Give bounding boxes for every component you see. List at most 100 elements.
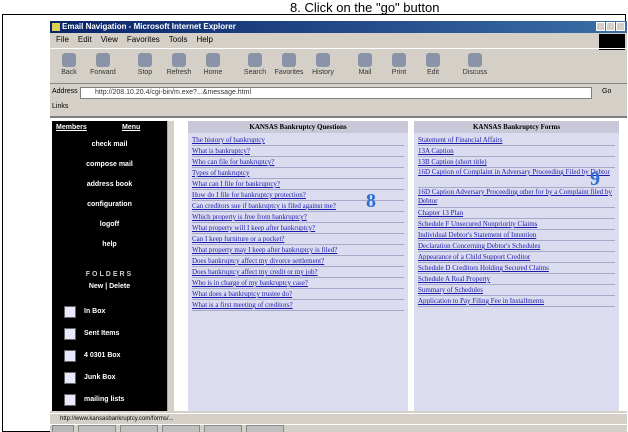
folders-new-delete[interactable]: New | Delete <box>52 283 167 290</box>
folder-label: 4 0301 Box <box>84 352 121 359</box>
list-item-link[interactable]: 16D Caption of Complaint in Adversary Pr… <box>418 168 615 188</box>
browser-window: Email Navigation - Microsoft Internet Ex… <box>50 21 627 432</box>
list-item-link[interactable]: 16D Caption Adversary Proceeding other f… <box>418 188 615 208</box>
list-item-link[interactable]: What can I file for bankruptcy? <box>192 179 404 190</box>
instruction-caption: 8. Click on the "go" button <box>290 0 440 15</box>
sidebar-header-menu: Menu <box>122 124 141 131</box>
folder-sent-items[interactable]: Sent Items <box>64 328 164 342</box>
menu-tools[interactable]: Tools <box>169 34 188 46</box>
mail-icon <box>358 53 372 67</box>
discuss-button[interactable]: Discuss <box>460 53 490 76</box>
mail-label: Mail <box>358 69 372 76</box>
list-item-link[interactable]: What property will I keep after bankrupt… <box>192 223 404 234</box>
list-item-link[interactable]: Summary of Schedules <box>418 285 615 296</box>
folder-junk-box[interactable]: Junk Box <box>64 372 164 386</box>
list-item-link[interactable]: Which property is free from bankruptcy? <box>192 212 404 223</box>
list-item-link[interactable]: What is a first meeting of creditors? <box>192 300 404 311</box>
forward-button[interactable]: Forward <box>88 53 118 76</box>
list-item-link[interactable]: Application to Pay Filing Fee in Install… <box>418 296 615 307</box>
list-item-link[interactable]: Schedule A Real Property <box>418 274 615 285</box>
list-item-link[interactable]: What property may I keep after bankruptc… <box>192 245 404 256</box>
list-item-link[interactable]: Does bankruptcy affect my credit or my j… <box>192 267 404 278</box>
taskbar-item[interactable] <box>162 425 200 432</box>
back-label: Back <box>61 69 77 76</box>
sidebar: Members Menu check mail compose mail add… <box>52 121 167 411</box>
list-item-link[interactable]: 13A Caption <box>418 146 615 157</box>
taskbar-item[interactable] <box>246 425 284 432</box>
folder-in-box[interactable]: In Box <box>64 306 164 320</box>
list-item-link[interactable]: Declaration Concerning Debtor's Schedule… <box>418 241 615 252</box>
list-item-link[interactable]: Can I keep furniture or a pocket? <box>192 234 404 245</box>
menu-view[interactable]: View <box>101 34 118 46</box>
folder-label: mailing lists <box>84 396 125 403</box>
favorites-button[interactable]: Favorites <box>274 53 304 76</box>
taskbar <box>50 424 627 432</box>
sidebar-item-help[interactable]: help <box>52 241 167 248</box>
edit-label: Edit <box>426 69 440 76</box>
sidebar-item-compose-mail[interactable]: compose mail <box>52 161 167 168</box>
print-button[interactable]: Print <box>384 53 414 76</box>
mail-button[interactable]: Mail <box>350 53 380 76</box>
back-icon <box>62 53 76 67</box>
history-button[interactable]: History <box>308 53 338 76</box>
sidebar-item-check-mail[interactable]: check mail <box>52 141 167 148</box>
stop-button[interactable]: Stop <box>130 53 160 76</box>
forms-header: KANSAS Bankruptcy Forms <box>414 121 619 133</box>
menu-bar: File Edit View Favorites Tools Help <box>50 34 627 46</box>
edit-button[interactable]: Edit <box>418 53 448 76</box>
list-item-link[interactable]: Who can file for bankruptcy? <box>192 157 404 168</box>
search-label: Search <box>243 69 267 76</box>
status-bar: http://www.kansasbankruptcy.com/forms/..… <box>50 413 627 423</box>
menu-favorites[interactable]: Favorites <box>127 34 160 46</box>
list-item-link[interactable]: What is bankruptcy? <box>192 146 404 157</box>
questions-header: KANSAS Bankruptcy Questions <box>188 121 408 133</box>
folder-mailing-lists[interactable]: mailing lists <box>64 394 164 408</box>
sidebar-scrollbar[interactable] <box>167 121 174 411</box>
list-item-link[interactable]: 13B Caption (short title) <box>418 157 615 168</box>
folder-label: In Box <box>84 308 106 315</box>
links-label[interactable]: Links <box>52 103 68 110</box>
stop-icon <box>138 53 152 67</box>
list-item-link[interactable]: Appearance of a Child Support Creditor <box>418 252 615 263</box>
folder-icon <box>64 394 76 406</box>
list-item-link[interactable]: What does a bankruptcy trustee do? <box>192 289 404 300</box>
list-item-link[interactable]: Chapter 13 Plan <box>418 208 615 219</box>
sidebar-header-members: Members <box>56 124 87 131</box>
minimize-button[interactable] <box>596 22 605 31</box>
maximize-button[interactable] <box>606 22 615 31</box>
search-button[interactable]: Search <box>240 53 270 76</box>
list-item-link[interactable]: Who is in charge of my bankruptcy case? <box>192 278 404 289</box>
go-button[interactable]: Go <box>602 88 611 95</box>
menu-file[interactable]: File <box>56 34 69 46</box>
folder-4-0301-box[interactable]: 4 0301 Box <box>64 350 164 364</box>
close-button[interactable] <box>616 22 625 31</box>
favorites-icon <box>282 53 296 67</box>
refresh-button[interactable]: Refresh <box>164 53 194 76</box>
menu-help[interactable]: Help <box>196 34 212 46</box>
sidebar-item-configuration[interactable]: configuration <box>52 201 167 208</box>
list-item-link[interactable]: Types of bankruptcy <box>192 168 404 179</box>
list-item-link[interactable]: The history of bankruptcy <box>192 135 404 146</box>
folder-label: Sent Items <box>84 330 120 337</box>
taskbar-item[interactable] <box>204 425 242 432</box>
discuss-icon <box>468 53 482 67</box>
list-item-link[interactable]: Does bankruptcy affect my divorce settle… <box>192 256 404 267</box>
menu-edit[interactable]: Edit <box>78 34 92 46</box>
taskbar-item[interactable] <box>120 425 158 432</box>
taskbar-item[interactable] <box>78 425 116 432</box>
home-button[interactable]: Home <box>198 53 228 76</box>
home-icon <box>206 53 220 67</box>
back-button[interactable]: Back <box>54 53 84 76</box>
list-item-link[interactable]: Schedule F Unsecured Nonpriority Claims <box>418 219 615 230</box>
address-input[interactable]: http://208.10.20.4/cgi-bin/m.exe?...&mes… <box>80 87 592 99</box>
list-item-link[interactable]: Statement of Financial Affairs <box>418 135 615 146</box>
start-button[interactable] <box>52 425 74 432</box>
questions-list: The history of bankruptcy What is bankrup… <box>188 133 408 313</box>
sidebar-item-address-book[interactable]: address book <box>52 181 167 188</box>
list-item-link[interactable]: Schedule D Creditors Holding Secured Cla… <box>418 263 615 274</box>
page-content: Members Menu check mail compose mail add… <box>50 116 627 411</box>
list-item-link[interactable]: Individual Debtor's Statement of Intenti… <box>418 230 615 241</box>
sidebar-item-logoff[interactable]: logoff <box>52 221 167 228</box>
edit-icon <box>426 53 440 67</box>
step-marker-9: 9 <box>590 168 600 190</box>
